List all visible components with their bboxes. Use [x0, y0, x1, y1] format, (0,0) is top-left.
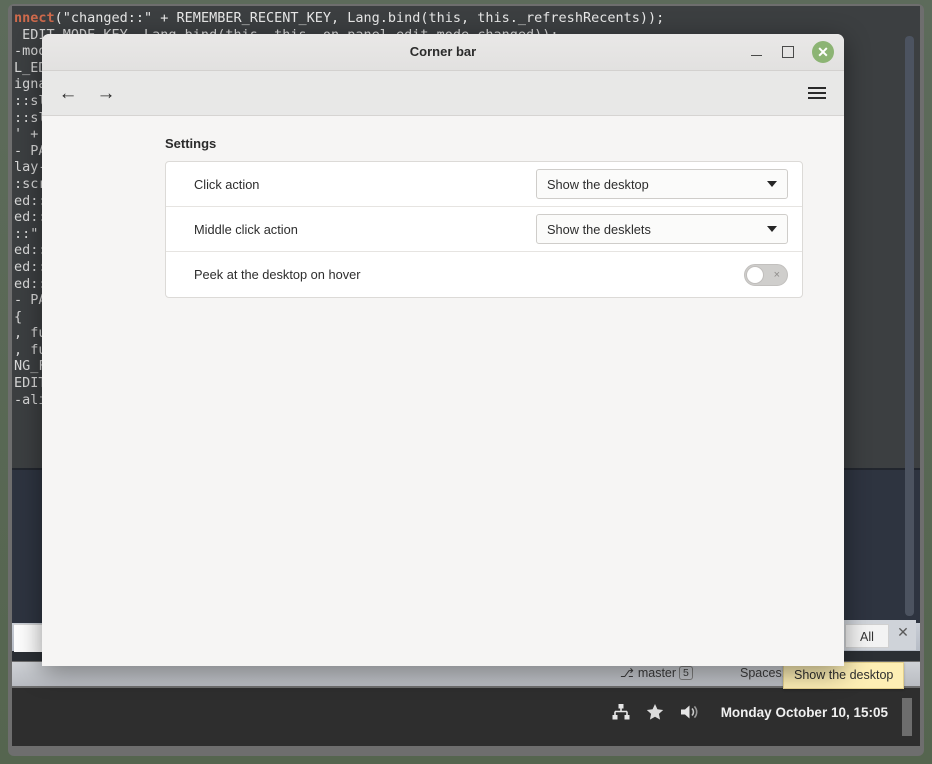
status-branch-label: master: [637, 666, 677, 680]
clock[interactable]: Monday October 10, 15:05: [721, 705, 888, 720]
setting-label: Middle click action: [194, 221, 298, 237]
dialog-title: Corner bar: [409, 44, 477, 59]
arrow-right-icon[interactable]: →: [94, 81, 118, 105]
peek-desktop-toggle[interactable]: ×: [744, 263, 788, 286]
status-branch-badge: 5: [679, 666, 693, 680]
setting-label: Peek at the desktop on hover: [194, 267, 361, 282]
toggle-knob: [746, 265, 764, 284]
window-controls: ✕: [748, 34, 834, 70]
setting-row-middle-click-action: Middle click action Show the desklets: [166, 207, 802, 252]
tooltip: Show the desktop: [783, 662, 905, 689]
volume-icon[interactable]: [679, 702, 701, 722]
close-icon[interactable]: ✕: [812, 41, 834, 63]
close-icon[interactable]: ✕: [895, 624, 911, 640]
setting-row-peek-desktop: Peek at the desktop on hover ×: [166, 252, 802, 297]
dialog-content: Settings Click action Show the desktop M…: [42, 116, 844, 666]
status-git-branch[interactable]: ⎇ master 5: [620, 666, 693, 680]
system-tray: Monday October 10, 15:05: [611, 702, 888, 722]
toggle-off-icon: ×: [773, 268, 780, 281]
code-line: nnect("changed::" + REMEMBER_RECENT_KEY,…: [14, 10, 665, 26]
click-action-combobox[interactable]: Show the desktop: [536, 169, 788, 199]
arrow-left-icon[interactable]: ←: [56, 81, 80, 105]
dialog-toolbar: ← →: [42, 71, 844, 116]
settings-card: Click action Show the desktop Middle cli…: [165, 161, 803, 298]
find-all-button[interactable]: All: [845, 624, 889, 648]
settings-section-title: Settings: [165, 136, 217, 151]
screen: nnect("changed::" + REMEMBER_RECENT_KEY,…: [0, 0, 932, 764]
dialog-titlebar[interactable]: Corner bar ✕: [42, 34, 844, 71]
setting-label: Click action: [194, 176, 260, 192]
nav-buttons: ← →: [56, 71, 118, 115]
maximize-icon[interactable]: [780, 44, 796, 60]
chevron-down-icon: [767, 226, 777, 232]
taskbar-scrollbar[interactable]: [902, 698, 912, 736]
system-taskbar: Monday October 10, 15:05: [12, 688, 920, 746]
chevron-down-icon: [767, 181, 777, 187]
star-icon[interactable]: [645, 702, 665, 722]
corner-bar-dialog: Corner bar ✕ ← → Settings Click action S…: [42, 34, 844, 666]
combobox-value: Show the desklets: [547, 221, 651, 237]
setting-row-click-action: Click action Show the desktop: [166, 162, 802, 207]
hamburger-menu-icon[interactable]: [808, 83, 828, 103]
middle-click-action-combobox[interactable]: Show the desklets: [536, 214, 788, 244]
git-branch-icon: ⎇: [620, 666, 634, 680]
editor-scrollbar[interactable]: [905, 36, 914, 616]
minimize-icon[interactable]: [748, 44, 764, 60]
network-icon[interactable]: [611, 702, 631, 722]
combobox-value: Show the desktop: [547, 176, 649, 192]
